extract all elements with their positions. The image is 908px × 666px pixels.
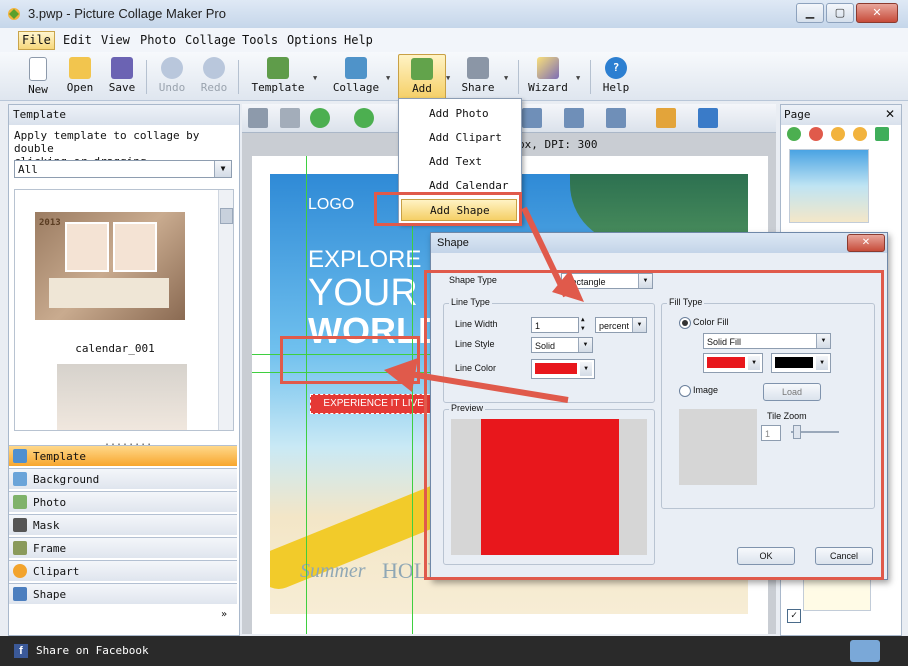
facebook-icon[interactable]: f [14,644,28,658]
annotation-arrow [409,371,569,403]
share-facebook-link[interactable]: Share on Facebook [36,644,149,657]
status-bar: f Share on Facebook [0,636,908,666]
arrowhead-icon [384,358,418,392]
annotation-arrows [384,206,584,403]
monitor-icon[interactable] [850,640,880,662]
